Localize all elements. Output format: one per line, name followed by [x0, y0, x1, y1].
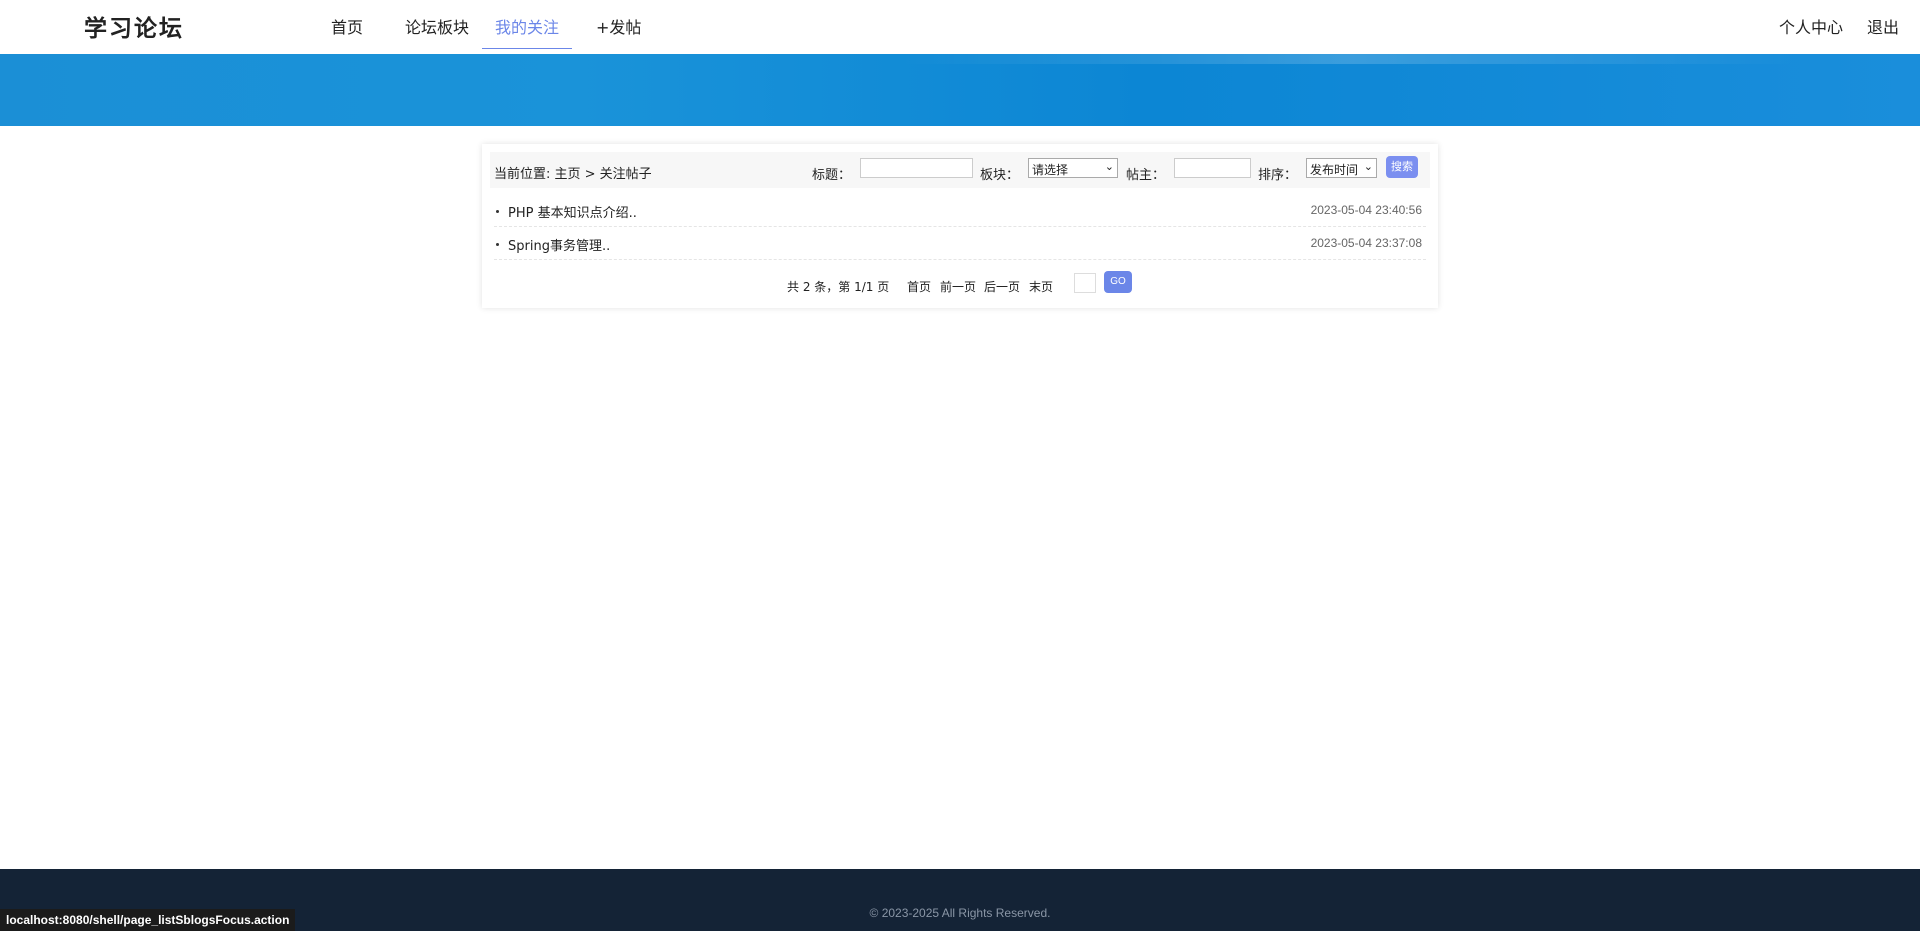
pager-prev[interactable]: 前一页	[940, 280, 976, 294]
nav-forum-boards[interactable]: 论坛板块	[405, 14, 469, 38]
board-label: 板块：	[980, 168, 1020, 183]
bullet-icon	[496, 210, 499, 213]
banner-glow	[900, 54, 1800, 64]
title-search-input[interactable]	[860, 158, 973, 178]
post-time: 2023-05-04 23:37:08	[1310, 236, 1422, 250]
hero-banner	[0, 54, 1920, 126]
user-center-link[interactable]: 个人中心	[1779, 14, 1843, 38]
sort-select-value: 发布时间	[1310, 163, 1359, 177]
go-button[interactable]: GO	[1104, 271, 1132, 293]
post-row: PHP 基本知识点介绍.. 2023-05-04 23:40:56	[494, 194, 1426, 227]
chevron-down-icon: ⌄	[1104, 160, 1114, 173]
post-title-link[interactable]: PHP 基本知识点介绍..	[508, 202, 637, 221]
sort-label: 排序：	[1258, 168, 1298, 183]
breadcrumb: 当前位置: 主页 > 关注帖子	[494, 167, 652, 182]
author-search-input[interactable]	[1174, 158, 1251, 178]
chevron-down-icon: ⌄	[1363, 160, 1373, 173]
nav-my-follows[interactable]: 我的关注	[495, 14, 559, 38]
status-bar-url: localhost:8080/shell/page_listSblogsFocu…	[0, 909, 296, 931]
pager-last[interactable]: 末页	[1029, 280, 1053, 294]
board-select[interactable]: 请选择 ⌄	[1028, 158, 1118, 178]
sort-select[interactable]: 发布时间 ⌄	[1306, 158, 1377, 178]
top-navbar: 学习论坛 首页 论坛板块 我的关注 +发帖 个人中心 退出	[0, 0, 1920, 54]
logout-link[interactable]: 退出	[1867, 14, 1899, 38]
followed-posts-panel: 当前位置: 主页 > 关注帖子 标题： 板块： 请选择 ⌄ 帖主： 排序： 发布…	[482, 144, 1438, 308]
site-logo: 学习论坛	[84, 16, 184, 42]
board-select-value: 请选择	[1032, 163, 1069, 177]
bullet-icon	[496, 243, 499, 246]
title-label: 标题：	[812, 168, 852, 183]
pager-first[interactable]: 首页	[907, 280, 931, 294]
nav-new-post[interactable]: +发帖	[596, 14, 641, 38]
post-title-link[interactable]: Spring事务管理..	[508, 235, 610, 254]
post-time: 2023-05-04 23:40:56	[1310, 203, 1422, 217]
author-label: 帖主：	[1126, 168, 1166, 183]
post-row: Spring事务管理.. 2023-05-04 23:37:08	[494, 227, 1426, 260]
pager-next[interactable]: 后一页	[984, 280, 1020, 294]
page-number-input[interactable]	[1074, 273, 1096, 293]
active-nav-underline	[482, 48, 572, 49]
search-button[interactable]: 搜索	[1386, 156, 1418, 178]
nav-home[interactable]: 首页	[331, 14, 363, 38]
search-bar: 当前位置: 主页 > 关注帖子 标题： 板块： 请选择 ⌄ 帖主： 排序： 发布…	[490, 152, 1430, 188]
pager-summary: 共 2 条，第 1/1 页	[787, 280, 890, 294]
